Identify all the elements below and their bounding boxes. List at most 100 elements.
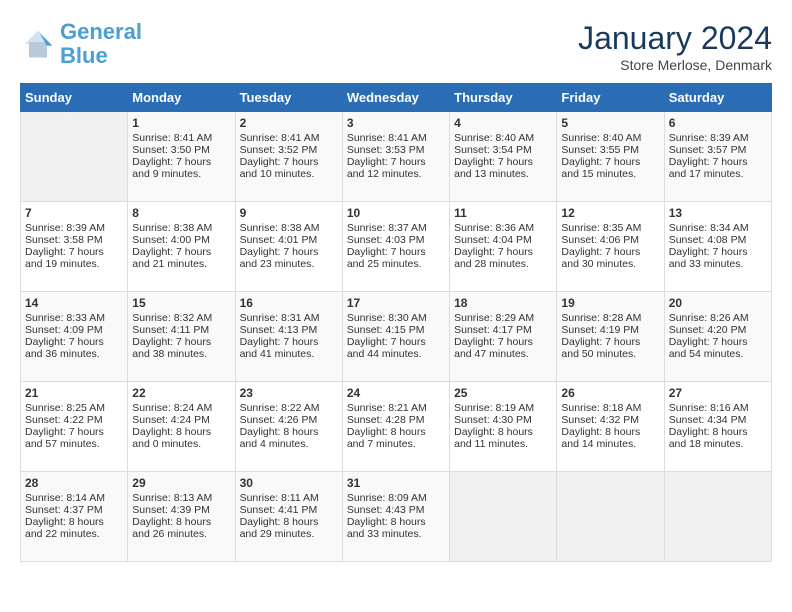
day-info: and 9 minutes.: [132, 168, 230, 180]
header-friday: Friday: [557, 84, 664, 112]
day-info: Daylight: 7 hours: [132, 156, 230, 168]
day-info: Daylight: 7 hours: [669, 246, 767, 258]
day-number: 13: [669, 206, 767, 220]
day-info: and 18 minutes.: [669, 438, 767, 450]
day-number: 3: [347, 116, 445, 130]
day-info: Sunrise: 8:18 AM: [561, 402, 659, 414]
day-info: Sunrise: 8:40 AM: [454, 132, 552, 144]
day-number: 15: [132, 296, 230, 310]
calendar-week-3: 14Sunrise: 8:33 AMSunset: 4:09 PMDayligh…: [21, 292, 772, 382]
day-number: 9: [240, 206, 338, 220]
day-info: Daylight: 7 hours: [347, 246, 445, 258]
day-info: Sunset: 4:30 PM: [454, 414, 552, 426]
day-info: and 57 minutes.: [25, 438, 123, 450]
day-number: 5: [561, 116, 659, 130]
day-info: and 23 minutes.: [240, 258, 338, 270]
day-info: Daylight: 8 hours: [132, 426, 230, 438]
day-info: Sunrise: 8:11 AM: [240, 492, 338, 504]
day-info: Daylight: 8 hours: [561, 426, 659, 438]
day-info: Sunrise: 8:36 AM: [454, 222, 552, 234]
day-number: 27: [669, 386, 767, 400]
calendar-cell: 3Sunrise: 8:41 AMSunset: 3:53 PMDaylight…: [342, 112, 449, 202]
day-info: Daylight: 7 hours: [561, 156, 659, 168]
calendar-cell: 29Sunrise: 8:13 AMSunset: 4:39 PMDayligh…: [128, 472, 235, 562]
day-info: and 7 minutes.: [347, 438, 445, 450]
day-number: 25: [454, 386, 552, 400]
day-info: and 47 minutes.: [454, 348, 552, 360]
day-number: 12: [561, 206, 659, 220]
day-info: Sunrise: 8:28 AM: [561, 312, 659, 324]
day-info: Sunset: 4:39 PM: [132, 504, 230, 516]
day-info: Sunset: 4:06 PM: [561, 234, 659, 246]
calendar-cell: 6Sunrise: 8:39 AMSunset: 3:57 PMDaylight…: [664, 112, 771, 202]
day-info: and 15 minutes.: [561, 168, 659, 180]
day-info: Daylight: 7 hours: [132, 246, 230, 258]
day-info: Sunset: 4:03 PM: [347, 234, 445, 246]
calendar-week-4: 21Sunrise: 8:25 AMSunset: 4:22 PMDayligh…: [21, 382, 772, 472]
day-info: Sunrise: 8:09 AM: [347, 492, 445, 504]
calendar-cell: [450, 472, 557, 562]
calendar-cell: 25Sunrise: 8:19 AMSunset: 4:30 PMDayligh…: [450, 382, 557, 472]
day-info: Sunset: 4:34 PM: [669, 414, 767, 426]
day-info: Sunrise: 8:16 AM: [669, 402, 767, 414]
calendar-cell: 22Sunrise: 8:24 AMSunset: 4:24 PMDayligh…: [128, 382, 235, 472]
day-info: Sunrise: 8:38 AM: [132, 222, 230, 234]
day-info: and 41 minutes.: [240, 348, 338, 360]
day-info: Sunrise: 8:19 AM: [454, 402, 552, 414]
day-number: 10: [347, 206, 445, 220]
day-info: Daylight: 7 hours: [454, 336, 552, 348]
calendar-cell: 17Sunrise: 8:30 AMSunset: 4:15 PMDayligh…: [342, 292, 449, 382]
day-info: Sunset: 4:15 PM: [347, 324, 445, 336]
day-number: 1: [132, 116, 230, 130]
calendar-cell: 7Sunrise: 8:39 AMSunset: 3:58 PMDaylight…: [21, 202, 128, 292]
calendar-cell: 13Sunrise: 8:34 AMSunset: 4:08 PMDayligh…: [664, 202, 771, 292]
location-subtitle: Store Merlose, Denmark: [578, 57, 772, 73]
day-number: 20: [669, 296, 767, 310]
calendar-cell: 9Sunrise: 8:38 AMSunset: 4:01 PMDaylight…: [235, 202, 342, 292]
calendar-header-row: SundayMondayTuesdayWednesdayThursdayFrid…: [21, 84, 772, 112]
day-info: and 0 minutes.: [132, 438, 230, 450]
day-info: Sunrise: 8:32 AM: [132, 312, 230, 324]
day-info: Sunrise: 8:24 AM: [132, 402, 230, 414]
day-info: Daylight: 8 hours: [240, 516, 338, 528]
day-info: Sunset: 4:32 PM: [561, 414, 659, 426]
day-info: and 10 minutes.: [240, 168, 338, 180]
month-title: January 2024: [578, 20, 772, 57]
calendar-table: SundayMondayTuesdayWednesdayThursdayFrid…: [20, 83, 772, 562]
day-info: and 29 minutes.: [240, 528, 338, 540]
day-info: Daylight: 7 hours: [240, 336, 338, 348]
page-header: General Blue January 2024 Store Merlose,…: [20, 20, 772, 73]
day-info: Sunrise: 8:39 AM: [669, 132, 767, 144]
day-info: Sunset: 4:00 PM: [132, 234, 230, 246]
day-info: Sunrise: 8:31 AM: [240, 312, 338, 324]
calendar-cell: 4Sunrise: 8:40 AMSunset: 3:54 PMDaylight…: [450, 112, 557, 202]
day-info: Daylight: 7 hours: [347, 156, 445, 168]
day-number: 8: [132, 206, 230, 220]
header-wednesday: Wednesday: [342, 84, 449, 112]
calendar-cell: [664, 472, 771, 562]
day-info: and 17 minutes.: [669, 168, 767, 180]
day-number: 19: [561, 296, 659, 310]
day-info: Sunset: 4:26 PM: [240, 414, 338, 426]
calendar-cell: 30Sunrise: 8:11 AMSunset: 4:41 PMDayligh…: [235, 472, 342, 562]
day-info: Sunset: 4:09 PM: [25, 324, 123, 336]
calendar-week-1: 1Sunrise: 8:41 AMSunset: 3:50 PMDaylight…: [21, 112, 772, 202]
day-number: 21: [25, 386, 123, 400]
logo-blue: Blue: [60, 43, 108, 68]
day-info: and 50 minutes.: [561, 348, 659, 360]
day-info: Sunset: 3:57 PM: [669, 144, 767, 156]
day-info: Sunrise: 8:41 AM: [347, 132, 445, 144]
day-info: and 38 minutes.: [132, 348, 230, 360]
day-info: Sunset: 3:54 PM: [454, 144, 552, 156]
day-number: 22: [132, 386, 230, 400]
calendar-cell: 24Sunrise: 8:21 AMSunset: 4:28 PMDayligh…: [342, 382, 449, 472]
day-info: and 22 minutes.: [25, 528, 123, 540]
day-info: Sunset: 4:20 PM: [669, 324, 767, 336]
day-number: 26: [561, 386, 659, 400]
day-info: Sunrise: 8:39 AM: [25, 222, 123, 234]
day-info: Sunrise: 8:35 AM: [561, 222, 659, 234]
day-info: Sunrise: 8:22 AM: [240, 402, 338, 414]
calendar-cell: 14Sunrise: 8:33 AMSunset: 4:09 PMDayligh…: [21, 292, 128, 382]
calendar-week-2: 7Sunrise: 8:39 AMSunset: 3:58 PMDaylight…: [21, 202, 772, 292]
calendar-cell: 16Sunrise: 8:31 AMSunset: 4:13 PMDayligh…: [235, 292, 342, 382]
